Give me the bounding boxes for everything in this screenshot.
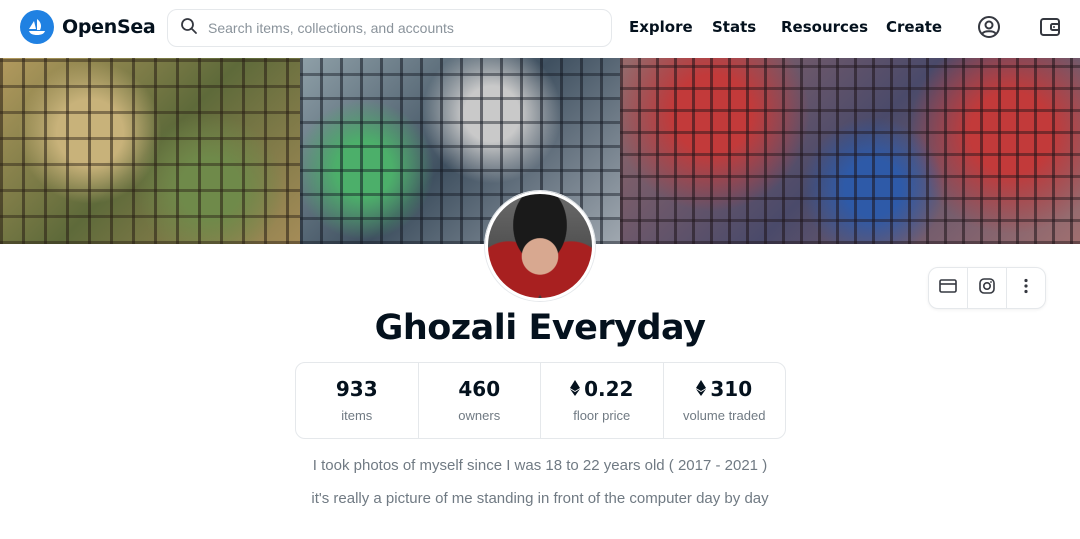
ethereum-icon [696, 377, 707, 401]
ethereum-icon [570, 377, 581, 401]
instagram-button[interactable] [968, 268, 1007, 308]
search-icon [180, 17, 198, 40]
more-options-button[interactable] [1007, 268, 1045, 308]
collection-description-line-2: it's really a picture of me standing in … [311, 490, 769, 507]
stat-value: 933 [335, 377, 378, 401]
stat-items[interactable]: 933 items [296, 363, 419, 438]
nav-resources[interactable]: Resources [781, 18, 868, 36]
opensea-logo-icon [20, 10, 54, 44]
banner-collage-left [0, 58, 300, 244]
stat-floor-price[interactable]: 0.22 floor price [541, 363, 664, 438]
collection-actions [928, 267, 1046, 309]
search-input[interactable] [208, 20, 588, 36]
more-options-icon [1024, 278, 1028, 299]
opensea-logo[interactable]: OpenSea [20, 10, 156, 44]
stat-label: items [341, 408, 373, 423]
brand-name: OpenSea [62, 16, 156, 38]
collection-title: Ghozali Everyday [374, 308, 706, 348]
banner-collage-right [620, 58, 1080, 244]
stat-value: 460 [458, 377, 501, 401]
collection-avatar [485, 191, 595, 301]
stat-value: 0.22 [584, 377, 634, 401]
nav-create[interactable]: Create [886, 18, 942, 36]
stat-label: volume traded [683, 408, 766, 423]
wallet-icon[interactable] [1037, 14, 1063, 40]
search-bar[interactable] [167, 9, 612, 47]
website-button[interactable] [929, 268, 968, 308]
collection-description-line-1: I took photos of myself since I was 18 t… [312, 457, 768, 474]
stat-label: floor price [573, 408, 631, 423]
instagram-icon [979, 277, 995, 299]
stat-owners[interactable]: 460 owners [419, 363, 541, 438]
nav-explore[interactable]: Explore [629, 18, 693, 36]
top-nav-bar: OpenSea Explore Stats Resources Create [0, 0, 1080, 56]
collection-stats: 933 items 460 owners 0.22 floor price 31… [295, 362, 786, 439]
stat-label: owners [458, 408, 501, 423]
stat-volume-traded[interactable]: 310 volume traded [664, 363, 786, 438]
website-icon [939, 278, 957, 299]
account-icon[interactable] [976, 14, 1002, 40]
nav-stats[interactable]: Stats [712, 18, 756, 36]
stat-value: 310 [710, 377, 753, 401]
